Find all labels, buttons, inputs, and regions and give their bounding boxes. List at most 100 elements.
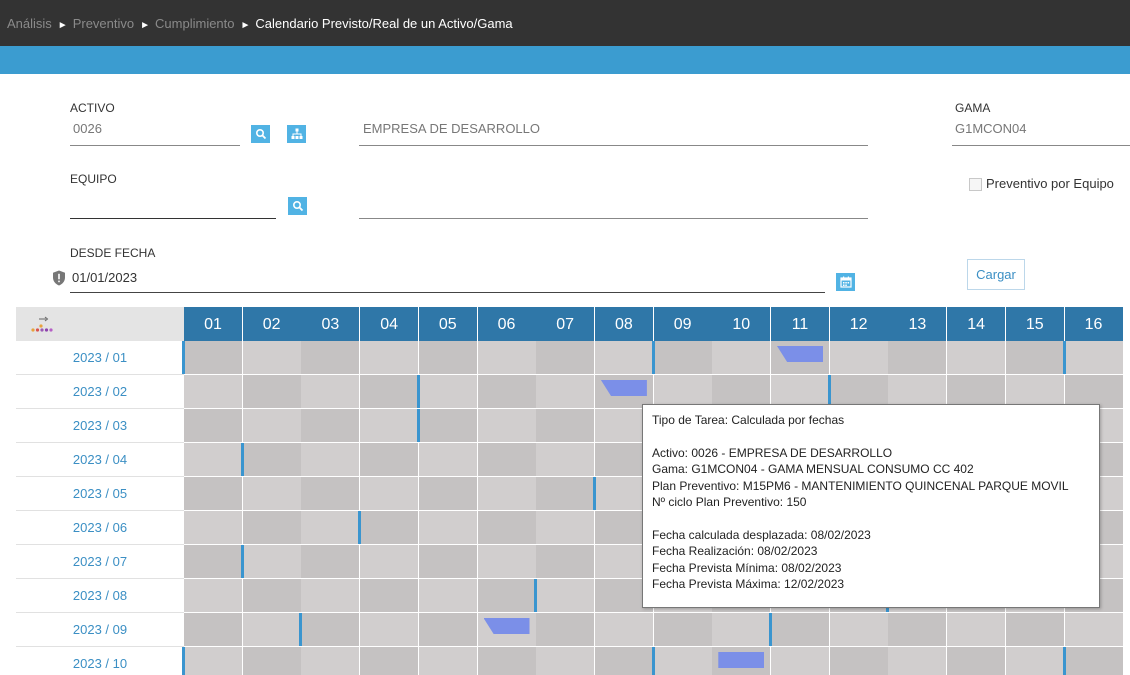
calendar-cell[interactable] [888, 613, 948, 647]
calendar-cell[interactable] [947, 647, 1007, 675]
calendar-cell[interactable] [536, 443, 596, 477]
calendar-cell[interactable] [242, 579, 302, 613]
calendar-cell[interactable] [418, 647, 478, 675]
activo-tree-button[interactable] [287, 125, 306, 143]
completion-marker[interactable] [651, 647, 655, 675]
completion-marker[interactable] [534, 579, 538, 612]
calendar-cell[interactable] [301, 341, 361, 375]
completion-marker[interactable] [416, 409, 420, 442]
completion-marker[interactable] [358, 511, 362, 544]
month-row-label[interactable]: 2023 / 07 [16, 545, 184, 579]
calendar-cell[interactable] [536, 409, 596, 443]
calendar-cell[interactable] [301, 443, 361, 477]
calendar-cell[interactable] [829, 341, 889, 375]
calendar-cell[interactable] [1064, 647, 1124, 675]
calendar-cell[interactable] [360, 647, 420, 675]
calendar-cell[interactable] [829, 647, 889, 675]
calendar-cell[interactable] [477, 511, 537, 545]
month-row-label[interactable]: 2023 / 05 [16, 477, 184, 511]
calendar-cell[interactable] [477, 545, 537, 579]
calendar-cell[interactable] [712, 613, 772, 647]
calendar-cell[interactable] [360, 511, 420, 545]
calendar-button[interactable] [836, 273, 855, 291]
calendar-cell[interactable] [1005, 341, 1065, 375]
dots-arrow-icon[interactable] [30, 316, 54, 334]
calendar-cell[interactable] [184, 341, 243, 375]
calendar-cell[interactable] [242, 375, 302, 409]
calendar-cell[interactable] [301, 477, 361, 511]
calendar-cell[interactable] [301, 375, 361, 409]
calendar-cell[interactable] [301, 511, 361, 545]
month-row-label[interactable]: 2023 / 02 [16, 375, 184, 409]
completion-marker[interactable] [769, 613, 772, 646]
calendar-cell[interactable] [1005, 647, 1065, 675]
gama-input[interactable]: G1MCON04 [955, 121, 1027, 136]
calendar-cell[interactable] [888, 647, 948, 675]
calendar-cell[interactable] [418, 443, 478, 477]
calendar-cell[interactable] [418, 545, 478, 579]
calendar-cell[interactable] [653, 647, 713, 675]
calendar-cell[interactable] [360, 409, 420, 443]
calendar-cell[interactable] [536, 375, 596, 409]
completion-marker[interactable] [240, 545, 244, 578]
completion-marker[interactable] [651, 341, 655, 374]
calendar-cell[interactable] [1064, 341, 1124, 375]
calendar-cell[interactable] [301, 545, 361, 579]
completion-marker[interactable] [592, 477, 596, 510]
month-row-label[interactable]: 2023 / 04 [16, 443, 184, 477]
breadcrumb-analisis[interactable]: Análisis [7, 16, 52, 31]
month-row-label[interactable]: 2023 / 06 [16, 511, 184, 545]
calendar-cell[interactable] [477, 409, 537, 443]
calendar-cell[interactable] [184, 375, 243, 409]
calendar-cell[interactable] [360, 375, 420, 409]
calendar-cell[interactable] [477, 477, 537, 511]
calendar-cell[interactable] [771, 647, 830, 675]
calendar-cell[interactable] [242, 647, 302, 675]
completion-marker[interactable] [299, 613, 303, 646]
calendar-cell[interactable] [477, 443, 537, 477]
calendar-cell[interactable] [418, 477, 478, 511]
calendar-cell[interactable] [888, 341, 948, 375]
calendar-cell[interactable] [477, 375, 537, 409]
calendar-cell[interactable] [360, 443, 420, 477]
calendar-cell[interactable] [1005, 613, 1065, 647]
calendar-cell[interactable] [301, 647, 361, 675]
calendar-cell[interactable] [242, 477, 302, 511]
calendar-cell[interactable] [947, 341, 1007, 375]
preventivo-equipo-checkbox[interactable] [969, 178, 982, 191]
calendar-cell[interactable] [477, 647, 537, 675]
calendar-cell[interactable] [536, 613, 596, 647]
calendar-cell[interactable] [418, 409, 478, 443]
calendar-cell[interactable] [301, 579, 361, 613]
calendar-cell[interactable] [477, 341, 537, 375]
calendar-cell[interactable] [184, 545, 243, 579]
calendar-cell[interactable] [418, 511, 478, 545]
calendar-cell[interactable] [536, 579, 596, 613]
cargar-button[interactable]: Cargar [967, 259, 1025, 290]
equipo-search-button[interactable] [288, 197, 307, 215]
completion-marker[interactable] [1062, 341, 1066, 374]
calendar-cell[interactable] [1064, 613, 1124, 647]
calendar-cell[interactable] [184, 511, 243, 545]
calendar-cell[interactable] [242, 545, 302, 579]
calendar-cell[interactable] [771, 613, 830, 647]
calendar-cell[interactable] [477, 579, 537, 613]
calendar-cell[interactable] [594, 341, 654, 375]
calendar-cell[interactable] [184, 579, 243, 613]
calendar-cell[interactable] [301, 409, 361, 443]
completion-marker[interactable] [182, 647, 185, 675]
calendar-cell[interactable] [184, 443, 243, 477]
activo-search-button[interactable] [251, 125, 270, 143]
breadcrumb-preventivo[interactable]: Preventivo [73, 16, 134, 31]
completion-marker[interactable] [416, 375, 420, 408]
calendar-cell[interactable] [360, 613, 420, 647]
month-row-label[interactable]: 2023 / 08 [16, 579, 184, 613]
desde-fecha-input[interactable]: 01/01/2023 [72, 270, 137, 285]
calendar-cell[interactable] [360, 545, 420, 579]
calendar-cell[interactable] [418, 375, 478, 409]
calendar-cell[interactable] [829, 613, 889, 647]
month-row-label[interactable]: 2023 / 03 [16, 409, 184, 443]
calendar-cell[interactable] [536, 647, 596, 675]
calendar-cell[interactable] [242, 443, 302, 477]
calendar-cell[interactable] [594, 613, 654, 647]
